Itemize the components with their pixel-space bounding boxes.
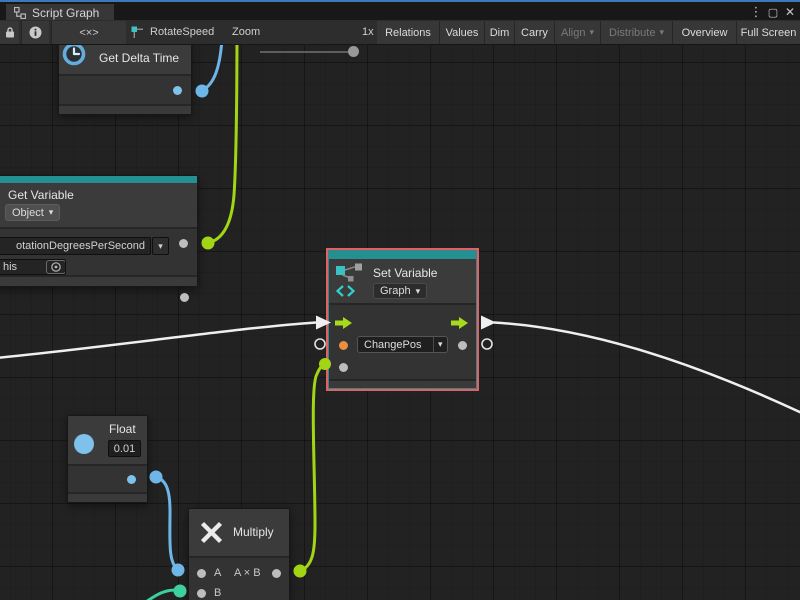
carry-button[interactable]: Carry	[514, 21, 554, 44]
info-button[interactable]	[21, 21, 49, 44]
node-title: Multiply	[233, 525, 274, 539]
kebab-menu-icon: ⋮	[750, 4, 763, 20]
tab-title: Script Graph	[32, 6, 99, 20]
variable-scope-dropdown[interactable]: Graph ▾	[373, 283, 427, 299]
maximize-icon: ▢	[768, 6, 778, 19]
scope-value: Object	[12, 207, 44, 219]
graph-name-label[interactable]: RotateSpeed	[150, 20, 214, 44]
node-title: Set Variable	[373, 266, 437, 280]
node-multiply[interactable]: Multiply A A × B B	[188, 508, 290, 600]
node-body	[68, 464, 147, 492]
node-header: Multiply	[189, 509, 289, 556]
lock-button[interactable]	[0, 21, 19, 44]
chevron-down-icon: ▾	[416, 287, 421, 296]
float-value: 0.01	[114, 443, 135, 455]
code-icon: <×>	[79, 27, 98, 39]
node-set-variable-selection: Set Variable Graph ▾ ChangePos ▾	[326, 248, 479, 391]
output-port-float[interactable]	[127, 475, 136, 484]
zoom-slider-track[interactable]	[260, 51, 352, 53]
input-port-variable-name[interactable]	[339, 341, 348, 350]
chevron-down-icon: ▾	[49, 208, 54, 217]
multiply-icon	[199, 520, 224, 545]
flow-output-port[interactable]	[451, 317, 468, 329]
chevron-down-icon: ▾	[158, 242, 163, 251]
graph-toolbar: <×> RotateSpeed Zoom 1x Relations Values…	[0, 20, 800, 45]
variable-name-dropdown[interactable]: ChangePos ▾	[357, 336, 448, 353]
set-variable-icon	[335, 263, 365, 299]
scope-value: Graph	[380, 285, 411, 297]
node-body: otationDegreesPerSecond ▾ his	[0, 227, 197, 275]
chevron-down-icon: ▾	[433, 337, 448, 352]
relations-button[interactable]: Relations	[377, 21, 439, 44]
node-get-variable[interactable]: Get Variable Object ▾ otationDegreesPerS…	[0, 175, 198, 287]
values-button[interactable]: Values	[439, 21, 484, 44]
zoom-slider-handle[interactable]	[348, 46, 359, 57]
tab-bar: Script Graph ⋮ ▢ ✕	[0, 0, 800, 20]
node-header: Float 0.01	[68, 416, 147, 464]
port-label-b: B	[214, 587, 221, 599]
distribute-button[interactable]: Distribute ▾	[600, 21, 672, 44]
full-screen-button[interactable]: Full Screen	[736, 21, 800, 44]
float-icon	[74, 434, 94, 454]
variable-name-field[interactable]: otationDegreesPerSecond	[0, 237, 151, 255]
node-title: Get Variable	[8, 188, 74, 202]
input-port-value[interactable]	[339, 363, 348, 372]
node-body	[59, 74, 191, 104]
node-footer	[68, 492, 147, 502]
variable-scope-dropdown[interactable]: Object ▾	[5, 204, 60, 221]
rotate-speed-graph-icon[interactable]	[131, 26, 145, 40]
target-icon	[50, 261, 62, 273]
code-preview-button[interactable]: <×>	[51, 21, 126, 44]
info-icon	[29, 26, 42, 39]
get-variable-output-port[interactable]	[179, 239, 188, 248]
clock-icon	[61, 41, 87, 71]
flow-input-port[interactable]	[335, 317, 352, 329]
dim-button[interactable]: Dim	[484, 21, 514, 44]
zoom-label: Zoom	[232, 20, 260, 44]
node-footer	[59, 104, 191, 114]
output-port-variable-value[interactable]	[458, 341, 467, 350]
output-port-variable-value[interactable]	[180, 293, 189, 302]
port-label-result: A × B	[234, 567, 261, 579]
port-label-a: A	[214, 567, 221, 579]
window-maximize-button[interactable]: ▢	[765, 4, 781, 20]
object-picker-button[interactable]	[46, 260, 66, 274]
graph-icon	[14, 7, 26, 19]
node-body: A A × B B	[189, 556, 289, 600]
window-close-button[interactable]: ✕	[782, 4, 798, 20]
variable-target-value: his	[3, 261, 17, 273]
chevron-down-icon: ▾	[589, 28, 594, 37]
variable-target-field[interactable]: his	[0, 259, 66, 275]
align-button[interactable]: Align ▾	[554, 21, 600, 44]
overview-button[interactable]: Overview	[672, 21, 736, 44]
node-title: Get Delta Time	[99, 51, 179, 65]
variable-accent-bar	[0, 176, 197, 183]
variable-name-value: otationDegreesPerSecond	[16, 240, 145, 252]
node-header: Set Variable Graph ▾	[329, 259, 476, 303]
node-footer	[0, 275, 197, 286]
node-footer	[329, 379, 476, 388]
window-menu-button[interactable]: ⋮	[748, 4, 764, 20]
variable-accent-bar	[329, 251, 476, 259]
node-title: Float	[109, 422, 136, 436]
lock-icon	[4, 26, 16, 39]
variable-name-value: ChangePos	[358, 339, 428, 351]
close-icon: ✕	[785, 5, 795, 19]
output-port-result[interactable]	[272, 569, 281, 578]
chevron-down-icon: ▾	[659, 28, 664, 37]
output-port-delta-time[interactable]	[173, 86, 182, 95]
float-value-field[interactable]: 0.01	[108, 440, 141, 457]
zoom-value: 1x	[362, 20, 374, 44]
node-set-variable[interactable]: Set Variable Graph ▾ ChangePos ▾	[328, 250, 477, 389]
variable-name-dropdown-button[interactable]: ▾	[152, 237, 169, 255]
input-port-b[interactable]	[197, 589, 206, 598]
node-header: Get Variable Object ▾	[0, 183, 197, 227]
node-float[interactable]: Float 0.01	[67, 415, 148, 503]
script-graph-window: Time Get Delta Time Get Variable Object …	[0, 0, 800, 600]
node-body: ChangePos ▾	[329, 303, 476, 377]
input-port-a[interactable]	[197, 569, 206, 578]
